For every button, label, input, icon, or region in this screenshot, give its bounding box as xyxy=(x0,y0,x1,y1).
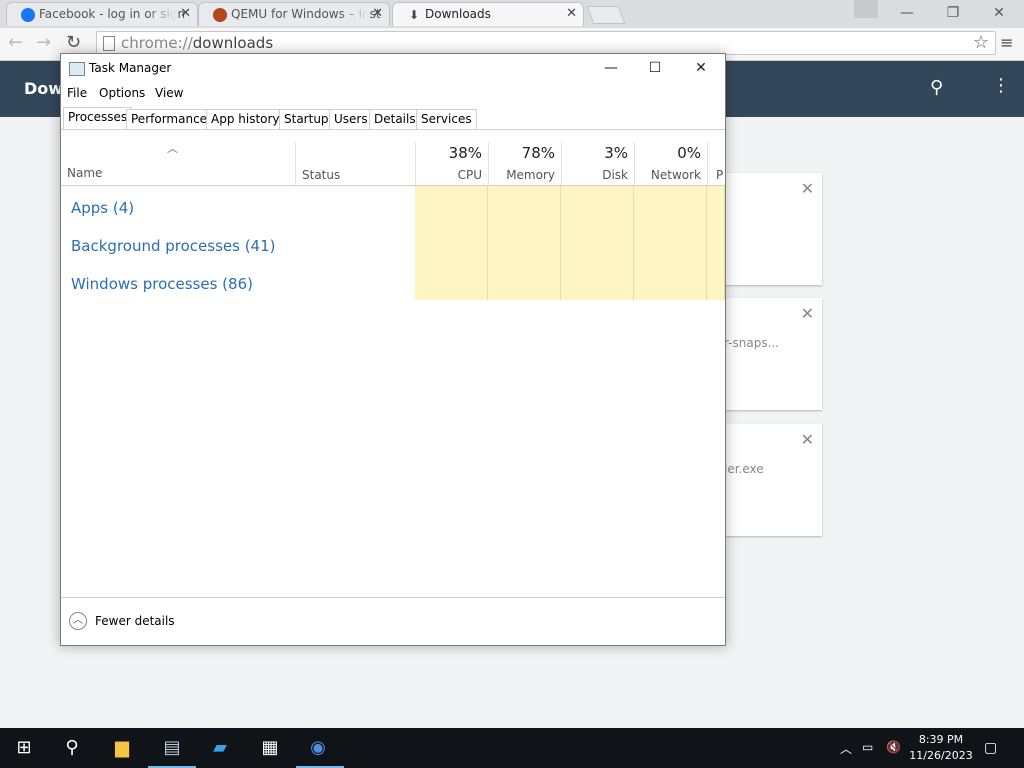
disk-percent: 3% xyxy=(604,144,628,162)
chrome-menu-icon[interactable]: ≡ xyxy=(1000,33,1013,52)
close-icon[interactable]: ✕ xyxy=(681,58,721,80)
facebook-icon xyxy=(21,8,35,22)
url-scheme: chrome:// xyxy=(121,34,193,52)
tab-downloads[interactable]: ⬇ Downloads ✕ xyxy=(392,2,584,26)
qemu-icon xyxy=(213,8,227,22)
task-manager-taskbar-icon[interactable]: ▤ xyxy=(160,736,184,760)
disk-label: Disk xyxy=(602,168,628,182)
search-icon[interactable]: ⚲ xyxy=(60,736,84,760)
tab-startup[interactable]: Startup xyxy=(279,109,334,129)
remote-desktop-icon[interactable]: ▰ xyxy=(208,736,232,760)
download-icon: ⬇ xyxy=(408,8,420,22)
column-memory-header[interactable]: 78% Memory xyxy=(488,142,561,186)
close-tab-icon[interactable]: ✕ xyxy=(180,6,191,21)
tab-processes[interactable]: Processes xyxy=(63,107,133,129)
page-icon xyxy=(103,36,115,51)
window-title: Task Manager xyxy=(89,61,172,75)
notifications-icon[interactable]: ▢ xyxy=(984,740,997,756)
search-icon[interactable]: ⚲ xyxy=(930,77,943,98)
tab-performance[interactable]: Performance xyxy=(126,109,213,129)
memory-label: Memory xyxy=(506,168,555,182)
close-tab-icon[interactable]: ✕ xyxy=(566,6,577,21)
network-heat-column xyxy=(634,186,707,300)
memory-heat-column xyxy=(488,186,561,300)
memory-percent: 78% xyxy=(521,144,555,162)
tab-qemu[interactable]: QEMU for Windows – Inst ✕ xyxy=(198,2,390,26)
forward-icon[interactable]: → xyxy=(36,32,51,53)
system-clock[interactable]: 8:39 PM 11/26/2023 xyxy=(906,732,976,764)
volume-muted-icon[interactable]: 🔇 xyxy=(886,740,901,754)
tab-bar: Processes Performance App history Startu… xyxy=(61,107,725,130)
close-tab-icon[interactable]: ✕ xyxy=(372,6,383,21)
task-manager-icon xyxy=(69,62,85,76)
group-background-processes[interactable]: Background processes (41) xyxy=(71,237,276,255)
disk-heat-column xyxy=(561,186,634,300)
chrome-icon[interactable]: ◉ xyxy=(306,736,330,760)
cpu-percent: 38% xyxy=(448,144,482,162)
restore-icon[interactable]: ❐ xyxy=(930,0,976,28)
tab-users[interactable]: Users xyxy=(329,109,373,129)
close-icon[interactable]: ✕ xyxy=(976,0,1022,28)
column-cpu-header[interactable]: 38% CPU xyxy=(415,142,488,186)
taskbar: ⊞ ⚲ ▆ ▤ ▰ ▦ ◉ ︿ ▭ 🔇 8:39 PM 11/26/2023 ▢ xyxy=(0,728,1024,768)
tab-details[interactable]: Details xyxy=(369,109,421,129)
power-heat-column xyxy=(707,186,725,300)
reload-icon[interactable]: ↻ xyxy=(66,32,81,53)
menu-view[interactable]: View xyxy=(155,86,183,100)
clock-time: 8:39 PM xyxy=(918,733,964,746)
network-label: Network xyxy=(650,168,701,182)
windows-start-icon[interactable]: ⊞ xyxy=(12,736,36,760)
clock-date: 11/26/2023 xyxy=(909,749,973,762)
task-manager-window: Task Manager — ☐ ✕ File Options View Pro… xyxy=(60,53,726,646)
column-power-header[interactable]: P xyxy=(707,142,725,186)
minimize-icon[interactable]: — xyxy=(884,0,930,28)
maximize-icon[interactable]: ☐ xyxy=(635,58,675,80)
menu-file[interactable]: File xyxy=(67,86,87,100)
download-filename[interactable]: r-snaps... xyxy=(724,336,779,350)
tab-facebook[interactable]: Facebook - log in or sign ✕ xyxy=(6,2,198,26)
fewer-details-link[interactable]: Fewer details xyxy=(95,614,175,628)
column-network-header[interactable]: 0% Network xyxy=(634,142,707,186)
tab-services[interactable]: Services xyxy=(416,109,477,129)
chevron-up-icon[interactable]: ︿ xyxy=(840,740,852,757)
tab-title: Downloads xyxy=(425,7,491,21)
chevron-up-icon[interactable]: ︿ xyxy=(69,612,87,630)
cpu-heat-column xyxy=(415,186,488,300)
column-status-header[interactable]: Status xyxy=(295,142,415,186)
sort-ascending-icon[interactable]: ︿ xyxy=(167,140,178,156)
remove-download-icon[interactable]: ✕ xyxy=(801,179,814,198)
url-path: downloads xyxy=(192,34,274,52)
column-disk-header[interactable]: 3% Disk xyxy=(561,142,634,186)
address-bar[interactable]: chrome://downloads ☆ xyxy=(96,31,996,55)
power-label: P xyxy=(716,168,724,182)
download-filename[interactable]: ler.exe xyxy=(724,462,764,476)
profile-icon[interactable] xyxy=(854,0,878,18)
menu-options[interactable]: Options xyxy=(99,86,145,100)
browser-tab-strip: Facebook - log in or sign ✕ QEMU for Win… xyxy=(0,0,1024,28)
cpu-label: CPU xyxy=(457,168,482,182)
group-apps[interactable]: Apps (4) xyxy=(71,199,134,217)
tab-app-history[interactable]: App history xyxy=(206,109,285,129)
network-icon[interactable]: ▭ xyxy=(862,740,873,754)
column-name[interactable]: Name xyxy=(67,166,102,180)
new-tab-button[interactable] xyxy=(586,6,626,24)
back-icon[interactable]: ← xyxy=(8,32,23,53)
task-manager-footer: ︿ Fewer details xyxy=(61,597,725,645)
column-status: Status xyxy=(302,168,341,182)
task-manager-titlebar[interactable]: Task Manager — ☐ ✕ xyxy=(61,54,725,82)
minimize-icon[interactable]: — xyxy=(591,58,631,80)
bookmark-star-icon[interactable]: ☆ xyxy=(973,32,989,53)
network-percent: 0% xyxy=(677,144,701,162)
store-icon[interactable]: ▦ xyxy=(258,736,282,760)
file-explorer-icon[interactable]: ▆ xyxy=(110,736,134,760)
remove-download-icon[interactable]: ✕ xyxy=(801,304,814,323)
group-windows-processes[interactable]: Windows processes (86) xyxy=(71,275,253,293)
remove-download-icon[interactable]: ✕ xyxy=(801,430,814,449)
more-options-icon[interactable]: ⋮ xyxy=(992,75,1010,96)
